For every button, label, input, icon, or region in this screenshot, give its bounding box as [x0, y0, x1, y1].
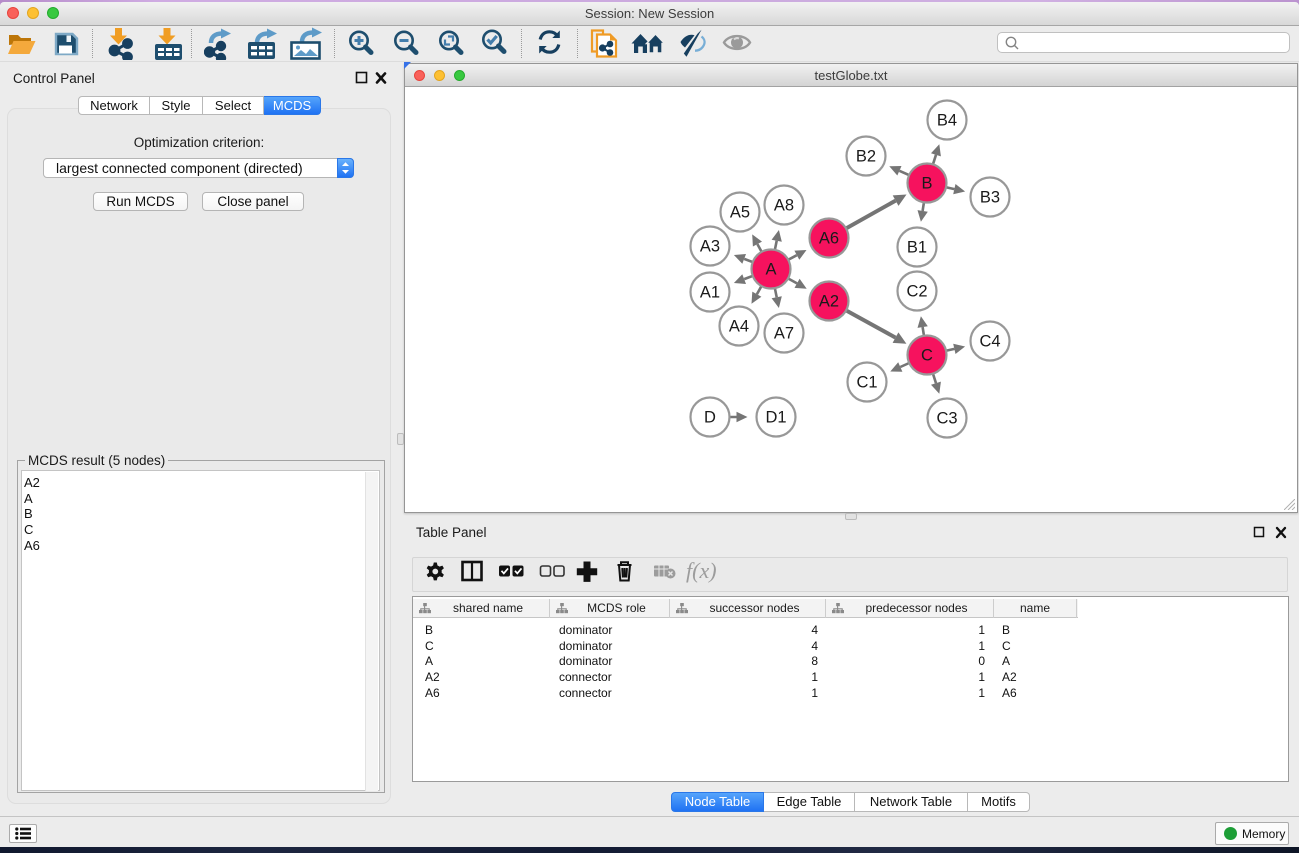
svg-text:C4: C4 [979, 333, 1000, 351]
svg-text:D: D [704, 409, 716, 427]
svg-text:A2: A2 [819, 293, 839, 311]
svg-text:B: B [921, 175, 932, 193]
svg-text:C2: C2 [906, 283, 927, 301]
svg-text:A1: A1 [700, 284, 720, 302]
svg-text:A8: A8 [774, 197, 794, 215]
svg-text:A6: A6 [819, 230, 839, 248]
svg-text:C3: C3 [936, 410, 957, 428]
svg-text:C1: C1 [856, 374, 877, 392]
svg-text:B1: B1 [907, 239, 927, 257]
svg-text:C: C [921, 347, 933, 365]
svg-text:A: A [765, 261, 776, 279]
svg-text:f(x): f(x) [686, 558, 717, 583]
svg-text:A4: A4 [729, 318, 749, 336]
svg-text:D1: D1 [765, 409, 786, 427]
svg-text:B4: B4 [937, 112, 957, 130]
svg-text:A5: A5 [730, 204, 750, 222]
svg-text:A7: A7 [774, 325, 794, 343]
svg-text:B3: B3 [980, 189, 1000, 207]
svg-text:B2: B2 [856, 148, 876, 166]
svg-text:A3: A3 [700, 238, 720, 256]
